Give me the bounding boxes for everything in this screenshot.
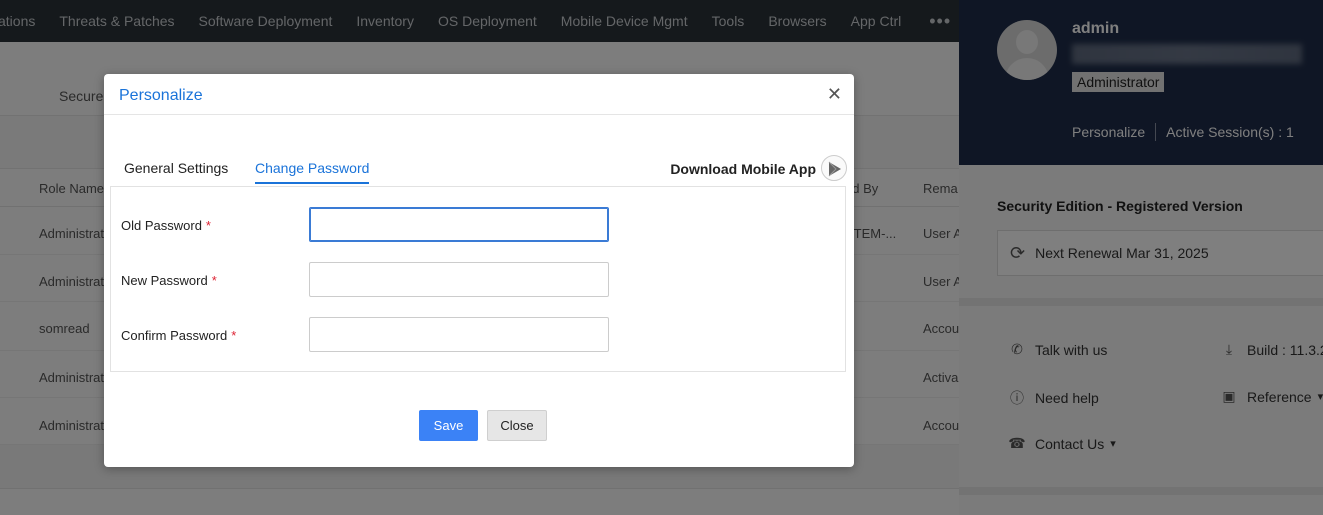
confirm-password-label: Confirm Password * xyxy=(121,328,236,343)
old-password-label: Old Password * xyxy=(121,218,211,233)
tab-change-password[interactable]: Change Password xyxy=(255,160,370,184)
close-button[interactable]: Close xyxy=(487,410,547,441)
new-password-label: New Password * xyxy=(121,273,217,288)
confirm-password-label-text: Confirm Password xyxy=(121,328,228,343)
old-password-input[interactable] xyxy=(309,207,609,242)
close-icon[interactable]: ✕ xyxy=(827,85,842,103)
new-password-input[interactable] xyxy=(309,262,609,297)
new-password-label-text: New Password xyxy=(121,273,208,288)
download-mobile-app-link[interactable]: Download Mobile App xyxy=(670,161,816,177)
required-mark: * xyxy=(231,328,237,343)
required-mark: * xyxy=(205,218,211,233)
save-button[interactable]: Save xyxy=(419,410,478,441)
tab-general-settings[interactable]: General Settings xyxy=(124,160,228,182)
dialog-title: Personalize xyxy=(119,87,203,104)
required-mark: * xyxy=(211,273,217,288)
dialog-header-divider xyxy=(104,114,854,115)
personalize-dialog: Personalize ✕ General Settings Change Pa… xyxy=(104,74,854,467)
play-store-icon[interactable] xyxy=(821,155,847,181)
confirm-password-input[interactable] xyxy=(309,317,609,352)
password-form: Old Password * New Password * Confirm Pass… xyxy=(110,186,846,372)
old-password-label-text: Old Password xyxy=(121,218,202,233)
